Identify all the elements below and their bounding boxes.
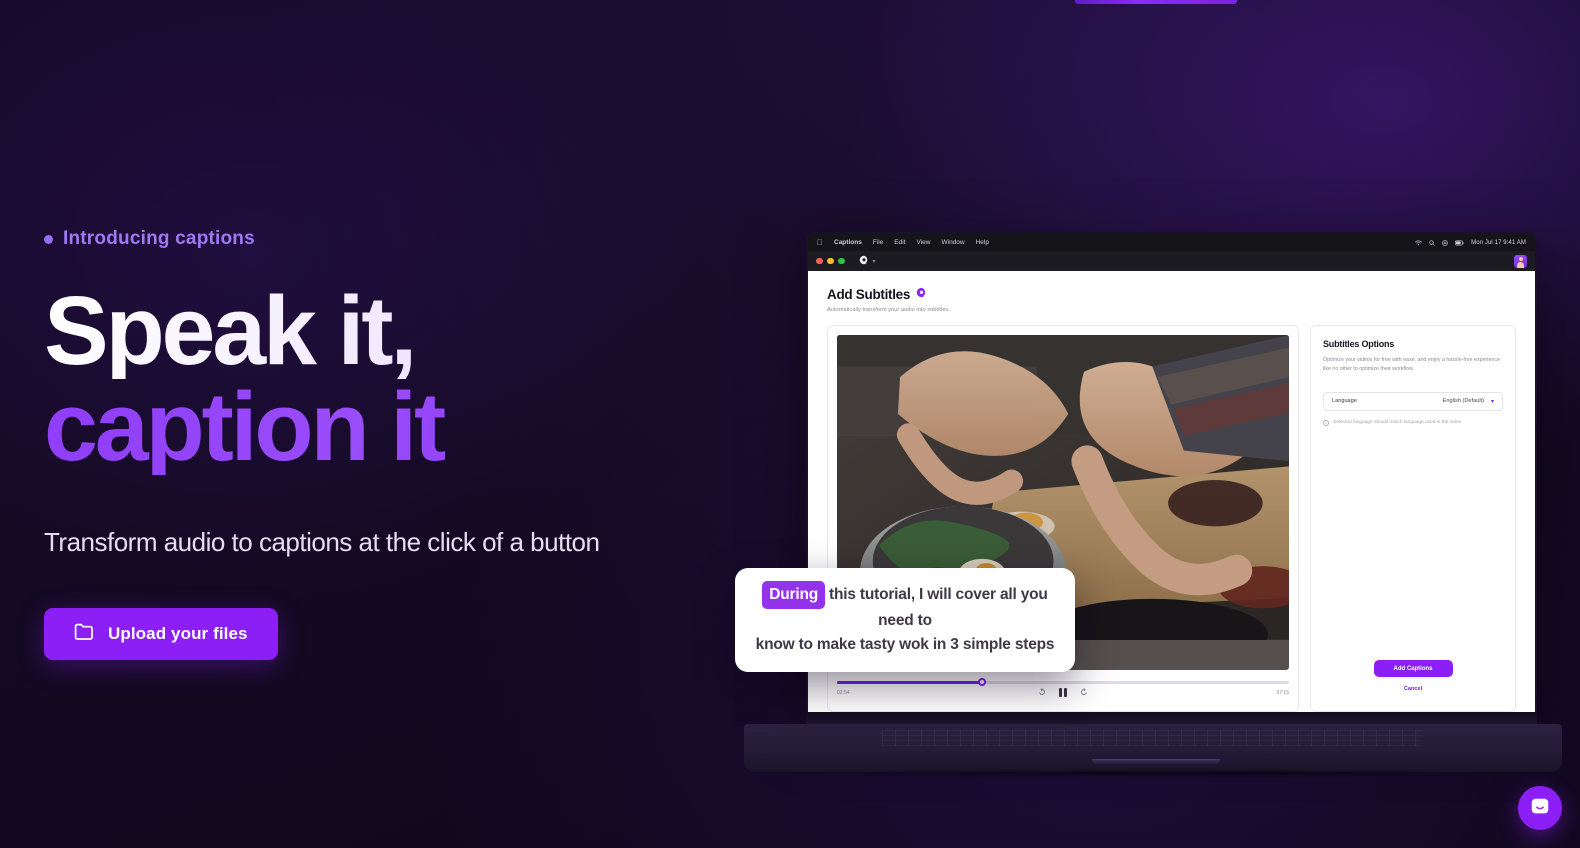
hero-eyebrow: Introducing captions: [44, 228, 744, 250]
video-controls: 02:54 07:15: [837, 670, 1289, 702]
hero-section: Introducing captions Speak it, caption i…: [44, 228, 744, 661]
progress-knob[interactable]: [977, 678, 986, 686]
subtitles-options-card: Subtitles Options Optimize your videos f…: [1310, 325, 1516, 712]
progress-fill: [837, 680, 982, 684]
app-window-titlebar: ▾: [808, 251, 1535, 271]
rewind-10-icon[interactable]: [1038, 687, 1046, 698]
control-center-icon[interactable]: [1442, 239, 1448, 246]
caption-line-2: know to make tasty wok in 3 simple steps: [755, 636, 1055, 654]
upload-your-files-button[interactable]: Upload your files: [44, 608, 278, 661]
language-hint-text: Selected language should match language …: [1333, 420, 1462, 426]
page-title: Speak it, caption it: [44, 282, 744, 475]
caption-line-1: During this tutorial, I will cover all yo…: [753, 581, 1057, 633]
menu-item-file[interactable]: File: [873, 239, 883, 246]
options-spacer: [1323, 426, 1503, 660]
pause-icon[interactable]: [1059, 688, 1067, 697]
chat-launcher-button[interactable]: [1518, 786, 1562, 830]
laptop-trackpad: [1092, 759, 1220, 764]
app-header: Add Subtitles: [827, 285, 1516, 303]
controls-row: 02:54 07:15: [837, 687, 1289, 698]
close-button[interactable]: [816, 257, 823, 265]
window-app-logo[interactable]: ▾: [859, 252, 876, 270]
apple-logo-icon[interactable]: : [817, 238, 823, 247]
language-value: English (Default): [1442, 398, 1484, 405]
laptop-lid-bottom: [806, 712, 1537, 724]
menu-item-help[interactable]: Help: [976, 239, 989, 246]
avatar[interactable]: [1514, 254, 1527, 268]
macos-menu-bar:  Captions File Edit View Window Help: [808, 234, 1535, 251]
top-nav-sliver[interactable]: [1075, 0, 1237, 4]
headline-line-1: Speak it,: [44, 282, 744, 379]
caption-highlight-word: During: [762, 581, 826, 610]
laptop-keyboard: [882, 730, 1422, 746]
options-heading: Subtitles Options: [1323, 339, 1395, 349]
captions-logo-icon: [859, 252, 869, 270]
upload-button-label: Upload your files: [108, 624, 248, 644]
menu-item-edit[interactable]: Edit: [894, 239, 905, 246]
menu-item-view[interactable]: View: [917, 239, 931, 246]
app-title-text: Add Subtitles: [827, 286, 911, 302]
traffic-lights: [816, 257, 845, 265]
bullet-dot-icon: [44, 234, 53, 244]
cancel-button[interactable]: Cancel: [1404, 686, 1422, 692]
progress-scrubber[interactable]: [837, 678, 1289, 686]
caption-text-1: this tutorial, I will cover all you need…: [829, 586, 1048, 630]
current-time-label: 02:54: [837, 689, 850, 696]
hero-subheading: Transform audio to captions at the click…: [44, 527, 600, 558]
add-captions-button[interactable]: Add Captions: [1373, 660, 1453, 677]
total-time-label: 07:15: [1276, 689, 1289, 696]
caption-preview-card: During this tutorial, I will cover all yo…: [735, 568, 1075, 673]
zoom-button[interactable]: [838, 257, 845, 265]
battery-icon[interactable]: [1455, 240, 1464, 246]
language-label: Language: [1332, 398, 1357, 405]
headline-line-2: caption it: [44, 378, 744, 475]
search-icon[interactable]: [1429, 239, 1435, 246]
app-subtitle: Automatically transform your audio into …: [827, 307, 950, 313]
laptop-shadow: [730, 768, 1576, 778]
language-select[interactable]: Language English (Default) ▾: [1323, 391, 1503, 411]
chevron-down-icon[interactable]: ▾: [1491, 398, 1494, 405]
transport-controls: [850, 687, 1277, 698]
laptop-mockup:  Captions File Edit View Window Help: [730, 232, 1576, 792]
folder-icon: [74, 623, 94, 646]
wifi-icon[interactable]: [1415, 240, 1422, 246]
captions-logo-icon: [916, 285, 927, 303]
menu-item-captions[interactable]: Captions: [834, 239, 862, 246]
intercom-message-icon: [1529, 796, 1551, 821]
menu-bar-clock[interactable]: Mon Jul 17 9:41 AM: [1471, 240, 1526, 246]
forward-10-icon[interactable]: [1080, 687, 1088, 698]
menu-item-window[interactable]: Window: [941, 239, 964, 246]
hero-eyebrow-label: Introducing captions: [63, 228, 255, 249]
menu-bar-tray: Mon Jul 17 9:41 AM: [1415, 240, 1526, 246]
chevron-down-icon[interactable]: ▾: [873, 258, 876, 265]
options-description: Optimize your videos for free with ease,…: [1323, 357, 1500, 373]
minimize-button[interactable]: [827, 257, 834, 265]
